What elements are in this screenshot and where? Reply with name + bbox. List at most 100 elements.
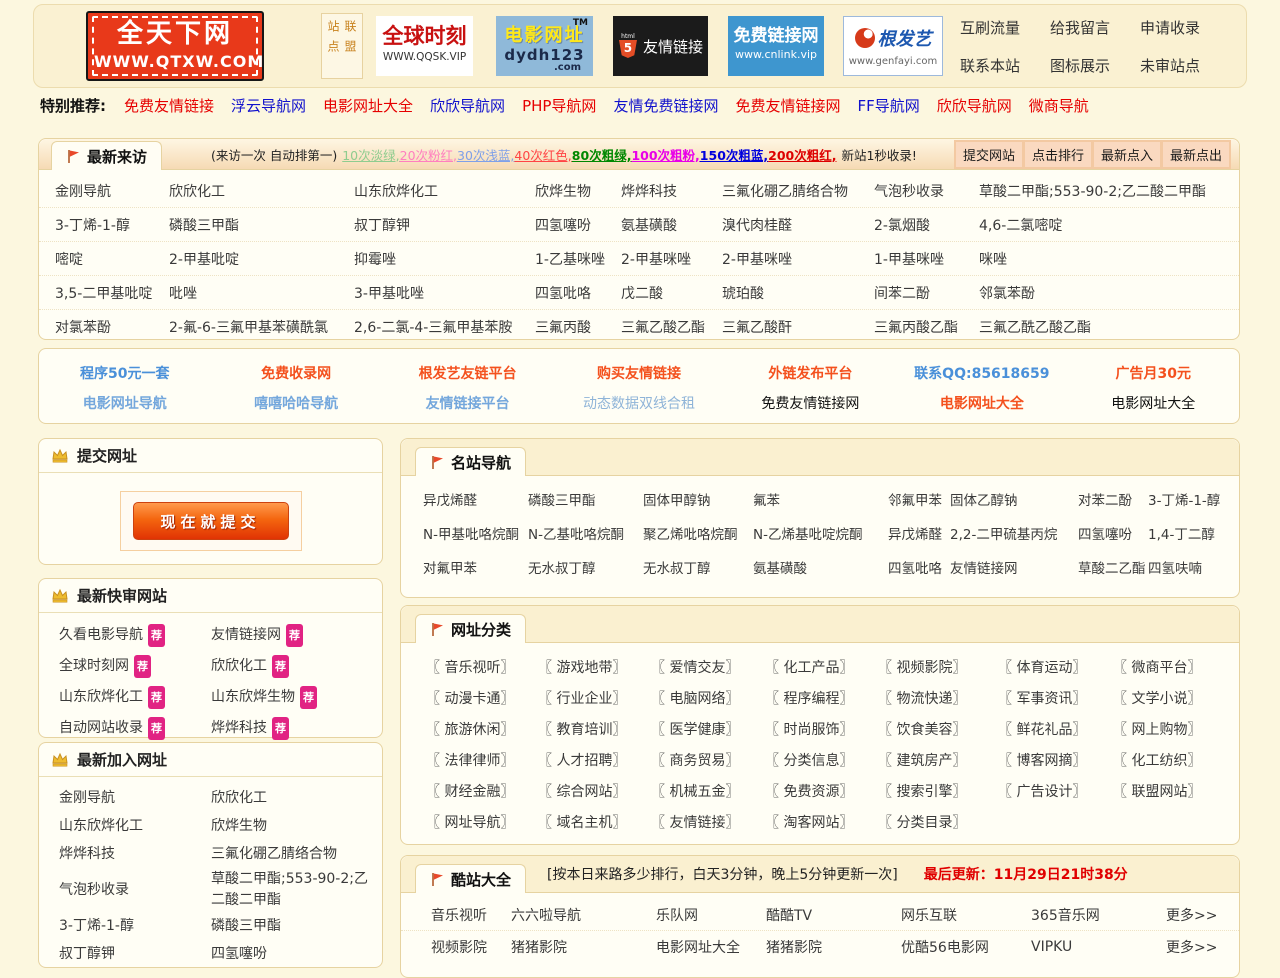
site-link[interactable]: 金刚导航: [59, 788, 211, 809]
site-link[interactable]: 气泡秒收录: [874, 181, 979, 201]
site-link[interactable]: 无水叔丁醇: [528, 557, 643, 577]
category-link[interactable]: 〖 机械五金〗: [651, 781, 765, 801]
category-link[interactable]: 〖 音乐视听〗: [426, 657, 538, 677]
site-link[interactable]: 365音乐网: [1031, 905, 1166, 925]
category-link[interactable]: 〖 教育培训〗: [538, 719, 651, 739]
ad-link[interactable]: 联系QQ:85618659: [896, 363, 1067, 383]
latest-visits-action-button[interactable]: 点击排行: [1025, 142, 1091, 167]
site-link[interactable]: 4,6-二氯嘧啶: [979, 215, 1239, 235]
site-link[interactable]: 优酷56电影网: [901, 937, 1031, 957]
header-nav-link[interactable]: 未审站点: [1140, 55, 1200, 76]
recommend-link[interactable]: 浮云导航网: [231, 95, 306, 116]
site-link[interactable]: 四氢噻吩: [1078, 523, 1148, 543]
recommend-link[interactable]: 欣欣导航网: [937, 95, 1012, 116]
site-link[interactable]: 四氢噻吩: [535, 215, 621, 235]
category-link[interactable]: 〖 友情链接〗: [651, 812, 765, 832]
category-link[interactable]: 〖 动漫卡通〗: [426, 688, 538, 708]
recommend-link[interactable]: 电影网址大全: [323, 95, 413, 116]
site-link[interactable]: 更多>>: [1166, 937, 1239, 957]
site-link[interactable]: VIPKU: [1031, 939, 1166, 955]
site-link[interactable]: 固体甲醇钠: [643, 489, 753, 509]
site-link[interactable]: 酷酷TV: [766, 905, 901, 925]
tab-latest-visits[interactable]: 最新来访: [51, 141, 162, 170]
site-link[interactable]: 网乐互联: [901, 905, 1031, 925]
site-link[interactable]: 草酸二甲酯;553-90-2;乙二酸二甲酯: [979, 181, 1239, 201]
category-link[interactable]: 〖 分类目录〗: [878, 812, 998, 832]
site-link[interactable]: 吡唑: [169, 283, 354, 303]
recommend-link[interactable]: 友情免费链接网: [613, 95, 718, 116]
category-link[interactable]: 〖 医学健康〗: [651, 719, 765, 739]
site-link[interactable]: 3-丁烯-1-醇: [59, 916, 211, 937]
ad-link[interactable]: 嘻嘻哈哈导航: [210, 393, 381, 413]
site-link[interactable]: 抑霉唑: [354, 249, 535, 269]
site-link[interactable]: 自动网站收录: [59, 720, 143, 736]
site-link[interactable]: 三氟化硼乙腈络合物: [722, 181, 874, 201]
category-link[interactable]: 〖 免费资源〗: [765, 781, 878, 801]
site-link[interactable]: 对苯二酚: [1078, 489, 1148, 509]
category-link[interactable]: 〖 财经金融〗: [426, 781, 538, 801]
site-link[interactable]: 四氢吡咯: [535, 283, 621, 303]
site-link[interactable]: 邻氯苯酚: [979, 283, 1239, 303]
tab-cool-sites[interactable]: 酷站大全: [415, 864, 526, 893]
category-link[interactable]: 〖 文学小说〗: [1113, 688, 1239, 708]
site-link[interactable]: 欣烨生物: [535, 181, 621, 201]
site-link[interactable]: 气泡秒收录: [59, 880, 211, 901]
site-link[interactable]: 3-丁烯-1-醇: [1148, 489, 1239, 509]
header-nav-link[interactable]: 给我留言: [1050, 17, 1110, 38]
category-link[interactable]: 〖 物流快递〗: [878, 688, 998, 708]
recommend-link[interactable]: 免费友情链接网: [735, 95, 840, 116]
qqsk-banner[interactable]: 全球时刻 WWW.QQSK.VIP: [376, 16, 473, 76]
site-link[interactable]: 1,4-丁二醇: [1148, 523, 1239, 543]
site-link[interactable]: 氨基磺酸: [753, 557, 888, 577]
category-link[interactable]: 〖 体育运动〗: [998, 657, 1113, 677]
site-link[interactable]: 音乐视听: [431, 905, 511, 925]
site-link[interactable]: 更多>>: [1166, 905, 1239, 925]
site-link[interactable]: 烨烨科技: [59, 844, 211, 865]
site-link[interactable]: N-乙基吡咯烷酮: [528, 523, 643, 543]
latest-visits-action-button[interactable]: 最新点出: [1163, 142, 1229, 167]
site-link[interactable]: 乐队网: [656, 905, 766, 925]
site-link[interactable]: 2,6-二氯-4-三氟甲基苯胺: [354, 317, 535, 337]
category-link[interactable]: 〖 广告设计〗: [998, 781, 1113, 801]
site-link[interactable]: 邻氟甲苯: [888, 489, 950, 509]
recommend-link[interactable]: 微商导航: [1029, 95, 1089, 116]
site-link[interactable]: 友情链接网: [950, 557, 1078, 577]
ad-link[interactable]: 电影网址导航: [39, 393, 210, 413]
ad-link[interactable]: 外链发布平台: [725, 363, 896, 383]
site-link[interactable]: 2-甲基咪唑: [621, 249, 722, 269]
site-link[interactable]: 磷酸三甲酯: [211, 916, 382, 937]
site-link[interactable]: 欣欣化工: [211, 788, 382, 809]
site-link[interactable]: 三氟乙酰乙酸乙酯: [979, 317, 1239, 337]
site-link[interactable]: 电影网址大全: [656, 937, 766, 957]
category-link[interactable]: 〖 域名主机〗: [538, 812, 651, 832]
site-link[interactable]: 四氢吡咯: [888, 557, 950, 577]
site-link[interactable]: 咪唑: [979, 249, 1239, 269]
latest-visits-action-button[interactable]: 最新点入: [1094, 142, 1160, 167]
category-link[interactable]: 〖 网址导航〗: [426, 812, 538, 832]
site-link[interactable]: 欣欣化工: [211, 658, 267, 674]
site-link[interactable]: 三氟丙酸: [535, 317, 621, 337]
recommend-link[interactable]: FF导航网: [857, 95, 919, 116]
site-link[interactable]: 对氟甲苯: [423, 557, 528, 577]
category-link[interactable]: 〖 分类信息〗: [765, 750, 878, 770]
category-link[interactable]: 〖 化工产品〗: [765, 657, 878, 677]
category-link[interactable]: 〖 人才招聘〗: [538, 750, 651, 770]
tab-site-categories[interactable]: 网址分类: [415, 614, 526, 643]
site-link[interactable]: 氟苯: [753, 489, 888, 509]
site-link[interactable]: 金刚导航: [55, 181, 169, 201]
ad-link[interactable]: 电影网址大全: [1068, 393, 1239, 413]
site-link[interactable]: 山东欣烨化工: [59, 816, 211, 837]
category-link[interactable]: 〖 商务贸易〗: [651, 750, 765, 770]
ad-link[interactable]: 程序50元一套: [39, 363, 210, 383]
site-link[interactable]: 固体乙醇钠: [950, 489, 1078, 509]
category-link[interactable]: 〖 旅游休闲〗: [426, 719, 538, 739]
site-link[interactable]: 嘧啶: [55, 249, 169, 269]
site-link[interactable]: 叔丁醇钾: [354, 215, 535, 235]
category-link[interactable]: 〖 程序编程〗: [765, 688, 878, 708]
site-link[interactable]: 异戊烯醛: [888, 523, 950, 543]
category-link[interactable]: 〖 化工纺织〗: [1113, 750, 1239, 770]
site-link[interactable]: 欣烨生物: [211, 816, 382, 837]
site-link[interactable]: 三氟乙酸酐: [722, 317, 874, 337]
recommend-link[interactable]: 欣欣导航网: [430, 95, 505, 116]
site-link[interactable]: 三氟化硼乙腈络合物: [211, 844, 382, 865]
